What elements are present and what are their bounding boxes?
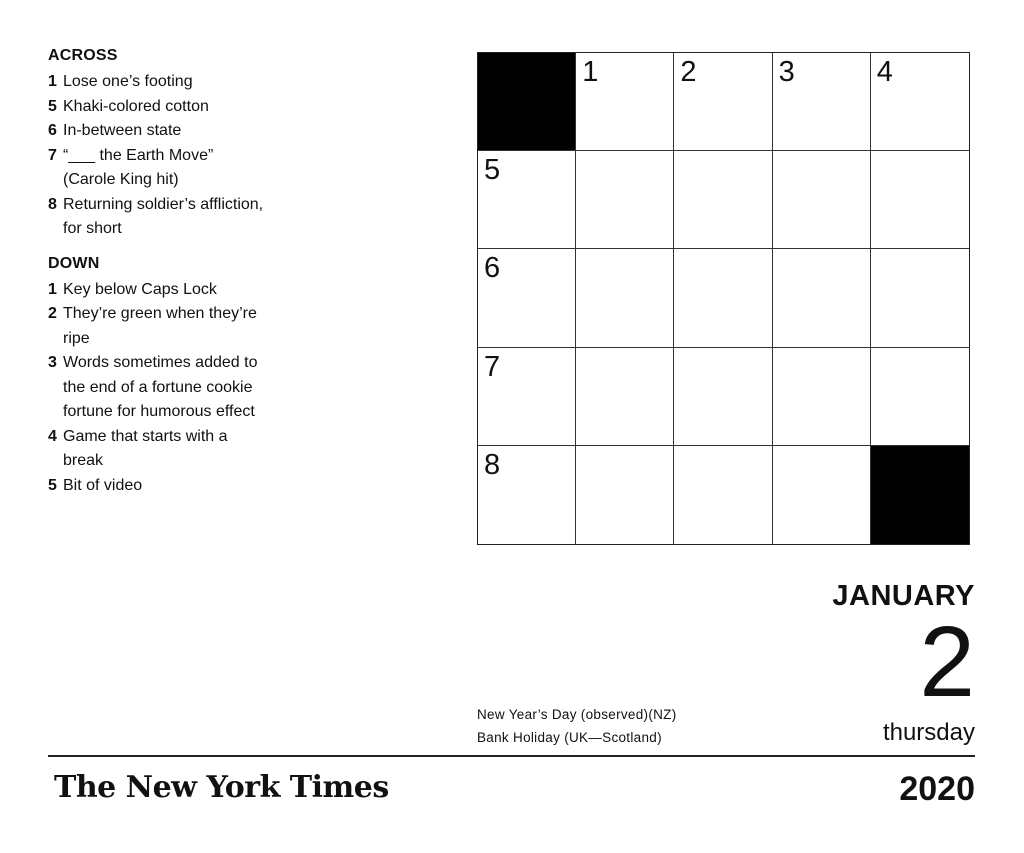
day-number: 2 xyxy=(919,606,975,718)
cell-number: 8 xyxy=(484,448,501,481)
grid-cell[interactable] xyxy=(772,347,871,446)
clue-number: 7 xyxy=(48,146,57,164)
grid-cell[interactable]: 4 xyxy=(870,53,969,152)
clue-number: 2 xyxy=(48,305,57,322)
cell-number: 2 xyxy=(680,56,697,88)
clue-number: 4 xyxy=(48,427,57,445)
cell-number: 5 xyxy=(484,154,501,187)
grid-cell[interactable]: 3 xyxy=(772,53,871,152)
weekday-label: thursday xyxy=(882,719,975,746)
grid-cell[interactable] xyxy=(576,151,675,250)
across-clue: 1 Lose one’s footing xyxy=(48,70,268,95)
clue-text: Bit of video xyxy=(63,476,143,494)
cell-number: 1 xyxy=(582,56,599,88)
grid-cell[interactable] xyxy=(674,445,773,544)
clue-text: In-between state xyxy=(63,122,182,139)
clue-text: Khaki-colored cotton xyxy=(63,97,209,115)
nyt-logo: The New York Times xyxy=(54,770,389,805)
down-clue: 4 Game that starts with a break xyxy=(48,425,268,474)
grid-cell[interactable] xyxy=(674,151,773,250)
grid-cell[interactable]: 7 xyxy=(478,347,577,446)
down-clue-list: 1 Key below Caps Lock 2 They’re green when… xyxy=(48,278,268,499)
grid-cell[interactable] xyxy=(870,249,969,348)
holiday-item: Bank Holiday (UK—Scotland) xyxy=(477,730,662,745)
grid-cell[interactable] xyxy=(674,249,773,348)
black-square xyxy=(870,445,969,544)
year-label: 2020 xyxy=(899,770,975,808)
across-heading: ACROSS xyxy=(48,47,118,64)
down-clue: 2 They’re green when they’re ripe xyxy=(48,302,268,351)
grid-cell[interactable] xyxy=(870,151,969,250)
clue-text: Game that starts with a break xyxy=(63,427,228,470)
grid-cell[interactable] xyxy=(576,347,675,446)
across-clue: 5 Khaki-colored cotton xyxy=(48,95,268,120)
grid-cell[interactable] xyxy=(772,249,871,348)
clues-panel: ACROSS 1 Lose one’s footing 5 Khaki-colore… xyxy=(48,46,268,498)
cell-number: 3 xyxy=(778,56,795,88)
footer-divider xyxy=(48,755,975,757)
clue-number: 3 xyxy=(48,354,57,371)
grid-cell[interactable] xyxy=(870,347,969,446)
down-clue: 3 Words sometimes added to the end of a f… xyxy=(48,351,268,425)
grid-cell[interactable] xyxy=(576,249,675,348)
clue-text: Key below Caps Lock xyxy=(63,280,217,298)
down-clue: 5 Bit of video xyxy=(48,474,268,499)
grid-cell[interactable] xyxy=(772,445,871,544)
grid-cell[interactable]: 5 xyxy=(478,151,577,250)
grid-cell[interactable] xyxy=(674,347,773,446)
holiday-list: New Year’s Day (observed)(NZ) Bank Holid… xyxy=(477,703,677,749)
clue-number: 6 xyxy=(48,122,57,139)
across-clue-list: 1 Lose one’s footing 5 Khaki-colored cotto… xyxy=(48,70,268,242)
across-clue: 7 “___ the Earth Move” (Carole King hit) xyxy=(48,144,268,193)
clue-number: 1 xyxy=(48,280,57,298)
grid-cell[interactable]: 8 xyxy=(478,445,577,544)
cell-number: 6 xyxy=(484,252,501,285)
grid-cell[interactable]: 1 xyxy=(576,53,675,152)
black-square xyxy=(478,53,577,152)
cell-number: 4 xyxy=(876,56,893,88)
clue-number: 8 xyxy=(48,195,57,213)
grid-cell[interactable] xyxy=(772,151,871,250)
grid-cell[interactable]: 6 xyxy=(478,249,577,348)
down-clue: 1 Key below Caps Lock xyxy=(48,278,268,303)
across-clue: 8 Returning soldier’s affliction, for sho… xyxy=(48,193,268,242)
holiday-item: New Year’s Day (observed)(NZ) xyxy=(477,707,677,722)
crossword-grid: 1 2 3 4 5 6 7 8 xyxy=(477,52,970,545)
clue-text: “___ the Earth Move” (Carole King hit) xyxy=(63,146,214,189)
clue-number: 1 xyxy=(48,73,57,90)
grid-cell[interactable] xyxy=(576,445,675,544)
clue-number: 5 xyxy=(48,97,57,115)
cell-number: 7 xyxy=(484,350,501,383)
clue-number: 5 xyxy=(48,476,57,494)
clue-text: Returning soldier’s affliction, for shor… xyxy=(63,195,264,238)
across-clue: 6 In-between state xyxy=(48,119,268,144)
clue-text: They’re green when they’re ripe xyxy=(63,305,257,347)
down-heading: DOWN xyxy=(48,254,100,272)
clue-text: Words sometimes added to the end of a fo… xyxy=(63,354,258,420)
clue-text: Lose one’s footing xyxy=(63,73,193,90)
grid-cell[interactable]: 2 xyxy=(674,53,773,152)
